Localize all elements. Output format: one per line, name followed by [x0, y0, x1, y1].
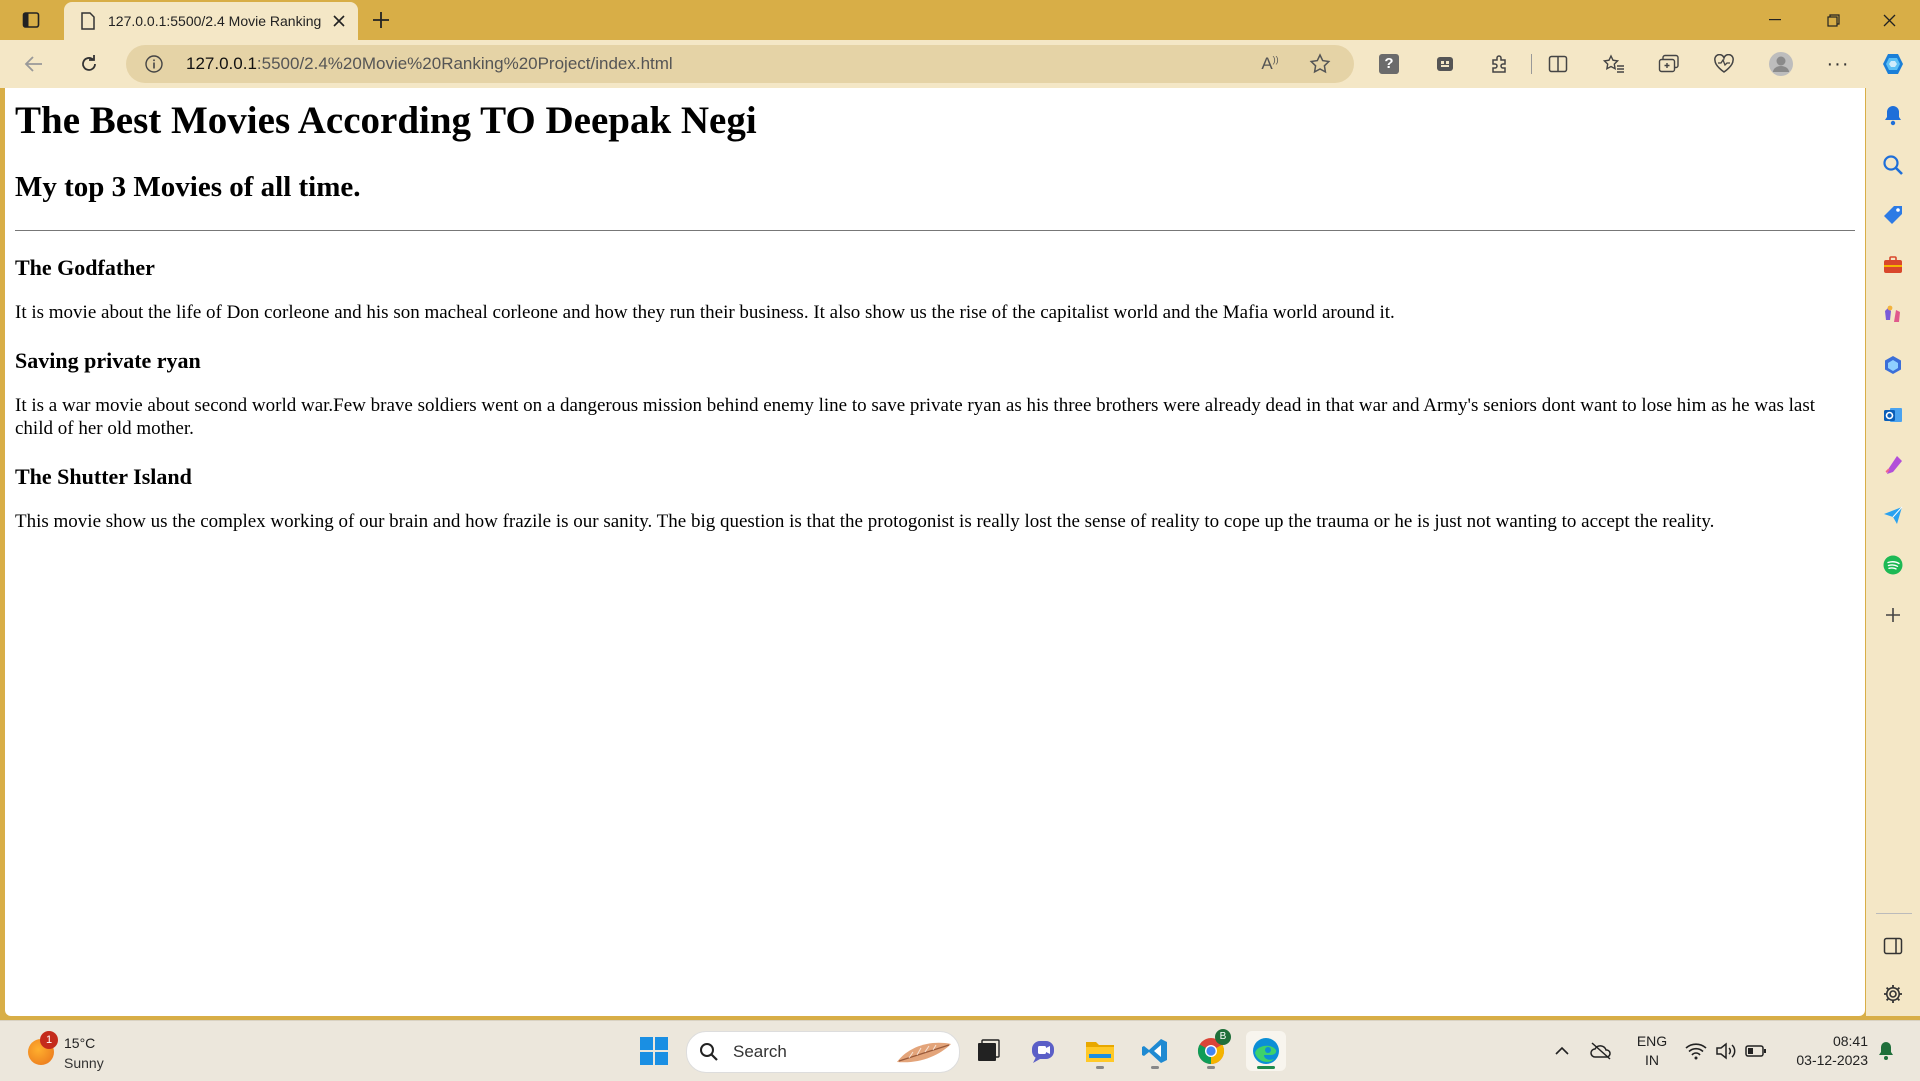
tab-actions-icon[interactable]	[14, 4, 48, 36]
collections-icon[interactable]	[1653, 48, 1685, 80]
search-label: Search	[733, 1042, 787, 1061]
url-path: :5500/2.4%20Movie%20Ranking%20Project/in…	[256, 54, 673, 73]
page-subtitle: My top 3 Movies of all time.	[15, 171, 361, 203]
outlook-icon[interactable]	[1877, 399, 1909, 431]
extensions-puzzle-icon[interactable]	[1483, 48, 1515, 80]
movie-title: The Shutter Island	[15, 464, 192, 489]
chevron-up-icon[interactable]	[1550, 1039, 1574, 1063]
search-icon	[699, 1042, 719, 1067]
movie-title: The Godfather	[15, 255, 155, 280]
page-icon	[78, 11, 98, 31]
movie-description: It is a war movie about second world war…	[15, 395, 1816, 439]
tab-title: 127.0.0.1:5500/2.4 Movie Ranking	[108, 13, 322, 29]
chrome-icon[interactable]: B	[1191, 1029, 1231, 1071]
refresh-icon[interactable]	[73, 48, 105, 80]
movie-description: This movie show us the complex working o…	[15, 511, 1715, 532]
search-icon[interactable]	[1877, 149, 1909, 181]
close-tab-icon[interactable]	[328, 10, 350, 32]
taskbar-search[interactable]: Search	[686, 1031, 960, 1073]
page-title: The Best Movies According TO Deepak Negi	[15, 99, 757, 142]
file-explorer-icon[interactable]	[1080, 1031, 1120, 1071]
close-window-icon[interactable]	[1866, 0, 1912, 40]
weather-widget[interactable]: 1 15°C Sunny	[24, 1031, 124, 1075]
url-text: 127.0.0.1:5500/2.4%20Movie%20Ranking%20P…	[186, 54, 673, 74]
address-bar[interactable]: 127.0.0.1:5500/2.4%20Movie%20Ranking%20P…	[126, 45, 1354, 83]
notification-bell-icon[interactable]	[1874, 1039, 1898, 1063]
favorites-icon[interactable]	[1598, 48, 1630, 80]
browser-essentials-icon[interactable]	[1708, 48, 1740, 80]
wifi-icon[interactable]	[1684, 1039, 1708, 1063]
running-indicator	[1151, 1066, 1159, 1069]
read-aloud-icon[interactable]: A))	[1254, 48, 1286, 80]
hide-sidebar-icon[interactable]	[1877, 930, 1909, 962]
onedrive-offline-icon[interactable]	[1589, 1039, 1613, 1063]
start-button[interactable]	[634, 1031, 674, 1071]
taskbar: 1 15°C Sunny Search B ENG IN 08:41 03-12…	[0, 1020, 1920, 1081]
teams-chat-icon[interactable]	[1024, 1031, 1064, 1071]
shopping-tag-icon[interactable]	[1877, 199, 1909, 231]
page-content: The Best Movies According TO Deepak Negi…	[15, 88, 1855, 533]
edge-icon[interactable]	[1246, 1031, 1286, 1071]
weather-temperature: 15°C	[64, 1035, 96, 1051]
site-info-icon[interactable]	[144, 54, 164, 74]
browser-tab[interactable]: 127.0.0.1:5500/2.4 Movie Ranking	[64, 2, 358, 40]
time: 08:41	[1832, 1033, 1868, 1049]
spotify-icon[interactable]	[1877, 549, 1909, 581]
tools-briefcase-icon[interactable]	[1877, 249, 1909, 281]
edge-sidebar	[1866, 88, 1920, 1016]
volume-icon[interactable]	[1714, 1039, 1738, 1063]
title-bar: 127.0.0.1:5500/2.4 Movie Ranking	[0, 0, 1920, 40]
url-host: 127.0.0.1	[186, 54, 257, 73]
new-tab-icon[interactable]	[366, 6, 396, 34]
minimize-icon[interactable]	[1752, 0, 1798, 40]
weather-condition: Sunny	[64, 1055, 104, 1071]
language-code: ENG	[1636, 1033, 1668, 1049]
search-highlight-feather-icon	[895, 1038, 953, 1071]
movie-title: Saving private ryan	[15, 348, 201, 373]
chrome-profile-badge: B	[1215, 1029, 1231, 1045]
microsoft-365-icon[interactable]	[1877, 349, 1909, 381]
help-extension-icon[interactable]: ?	[1373, 48, 1405, 80]
more-options-icon[interactable]: ···	[1822, 48, 1854, 80]
settings-gear-icon[interactable]	[1877, 978, 1909, 1010]
sidebar-divider	[1876, 913, 1912, 914]
language-indicator[interactable]: ENG IN	[1632, 1032, 1672, 1070]
divider	[15, 230, 1855, 231]
vscode-icon[interactable]	[1135, 1031, 1175, 1071]
favorite-star-icon[interactable]	[1304, 48, 1336, 80]
notification-badge: 1	[40, 1031, 58, 1049]
back-icon[interactable]	[18, 48, 50, 80]
active-indicator	[1257, 1066, 1275, 1069]
designer-icon[interactable]	[1877, 449, 1909, 481]
toolbar-divider	[1531, 54, 1532, 74]
extension-grid-icon[interactable]	[1429, 48, 1461, 80]
task-view-icon[interactable]	[968, 1031, 1008, 1071]
split-screen-icon[interactable]	[1542, 48, 1574, 80]
browser-toolbar: 127.0.0.1:5500/2.4%20Movie%20Ranking%20P…	[0, 40, 1920, 88]
games-icon[interactable]	[1877, 299, 1909, 331]
notification-bell-icon[interactable]	[1877, 99, 1909, 131]
add-icon[interactable]	[1877, 599, 1909, 631]
web-page: The Best Movies According TO Deepak Negi…	[5, 88, 1865, 1016]
clock[interactable]: 08:41 03-12-2023	[1778, 1032, 1868, 1070]
date: 03-12-2023	[1796, 1052, 1868, 1068]
running-indicator	[1096, 1066, 1104, 1069]
battery-icon[interactable]	[1744, 1039, 1768, 1063]
copilot-icon[interactable]	[1877, 48, 1909, 80]
running-indicator	[1207, 1066, 1215, 1069]
restore-icon[interactable]	[1810, 0, 1856, 40]
profile-avatar[interactable]	[1765, 48, 1797, 80]
movie-description: It is movie about the life of Don corleo…	[15, 302, 1395, 323]
region-code: IN	[1645, 1052, 1659, 1068]
send-plane-icon[interactable]	[1877, 499, 1909, 531]
